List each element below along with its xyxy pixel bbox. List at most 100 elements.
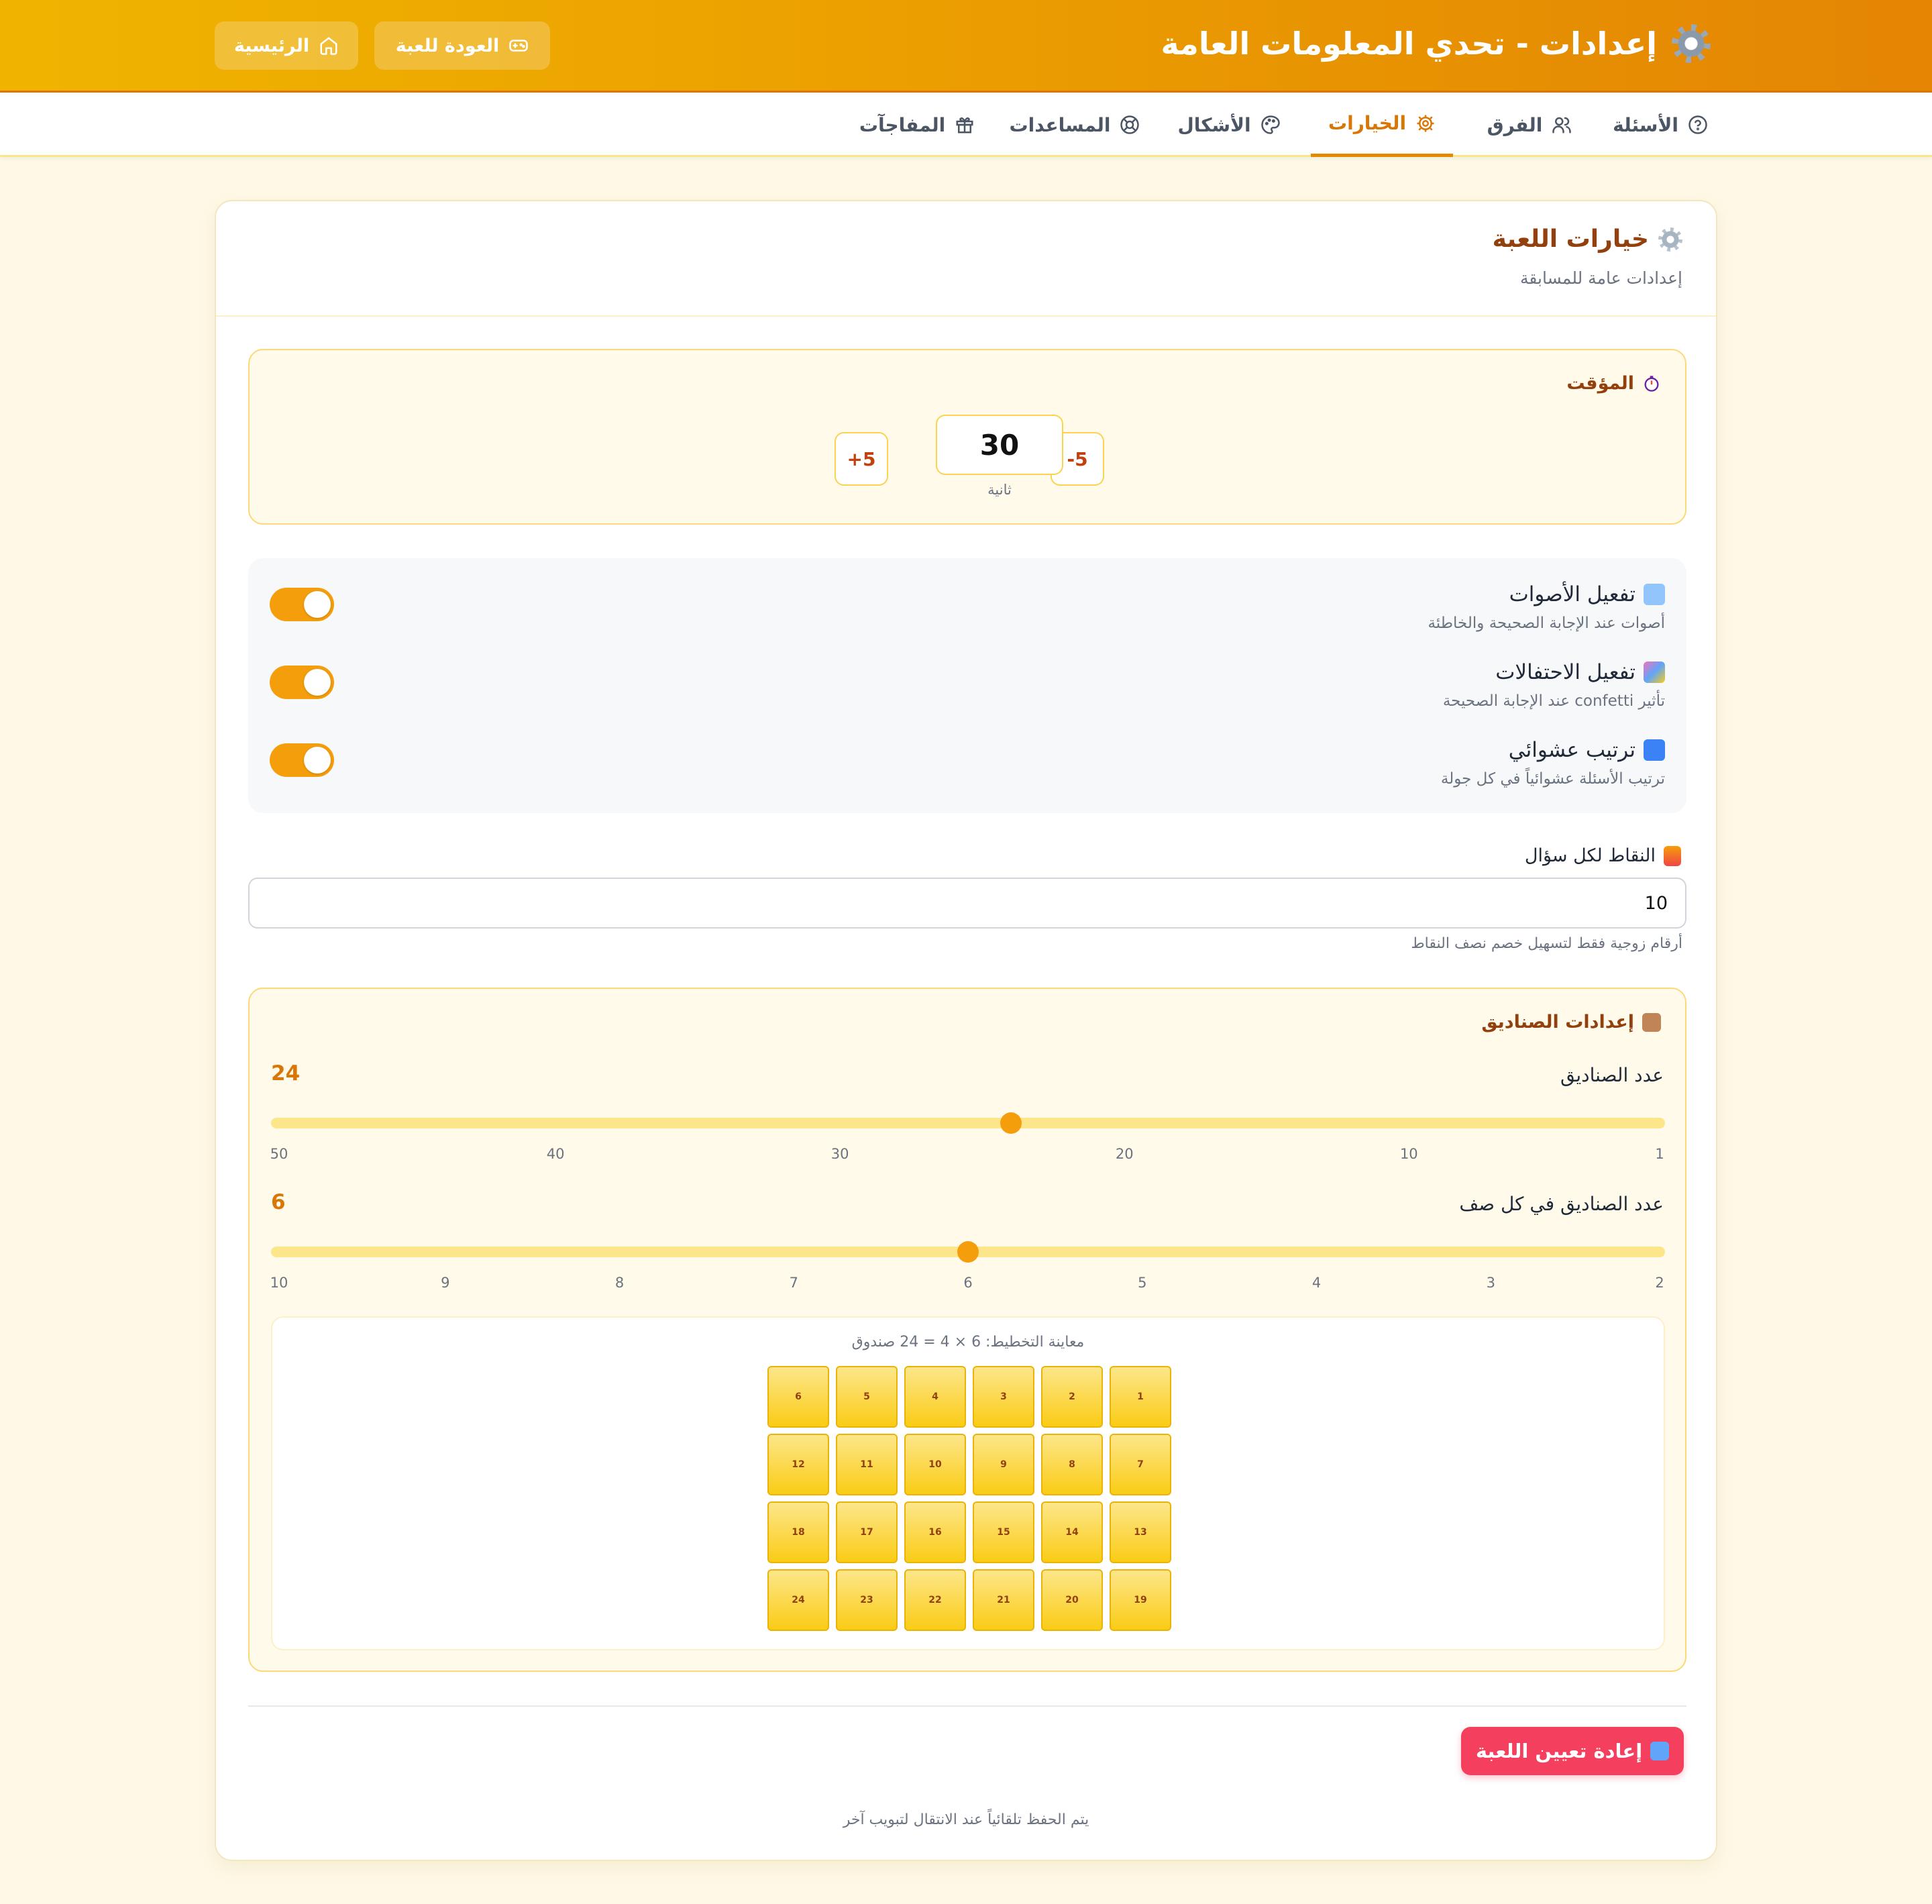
toggle-row-celebrations: تفعيل الاحتفالات تأثير confetti عند الإج… — [270, 660, 1665, 734]
box-cell: 6 — [767, 1366, 829, 1428]
per_row-tick: 6 — [963, 1275, 973, 1291]
box-cell: 3 — [973, 1366, 1034, 1428]
stopwatch-icon — [1644, 375, 1659, 392]
home-icon — [320, 37, 337, 55]
box-cell: 2 — [1041, 1366, 1103, 1428]
box-cell: 7 — [1110, 1434, 1171, 1495]
gamepad-icon — [509, 40, 529, 52]
per-row-value: 6 — [271, 1190, 286, 1214]
sounds-desc: أصوات عند الإجابة الصحيحة والخاطئة — [1428, 615, 1665, 632]
tab-helpers[interactable]: المساعدات — [1001, 93, 1148, 157]
box-cell: 20 — [1041, 1569, 1103, 1631]
card-title: خيارات اللعبة — [1492, 225, 1649, 253]
points-label: النقاط لكل سؤال — [1524, 845, 1656, 866]
per_row-tick: 4 — [1311, 1275, 1322, 1291]
per-row-label: عدد الصناديق في كل صف — [1459, 1193, 1664, 1215]
gift-icon — [956, 117, 973, 134]
celebration-icon — [1644, 662, 1665, 683]
app-title-group: إعدادات - تحدي المعلومات العامة — [1161, 24, 1711, 63]
shuffle-desc: ترتيب الأسئلة عشوائياً في كل جولة — [1440, 770, 1665, 788]
box-count-slider[interactable] — [271, 1112, 1665, 1134]
toggle-row-sounds: تفعيل الأصوات أصوات عند الإجابة الصحيحة … — [270, 582, 1665, 656]
back-to-game-label: العودة للعبة — [395, 35, 500, 56]
tab-questions[interactable]: الأسئلة — [1603, 93, 1717, 157]
per-row-slider[interactable] — [271, 1241, 1665, 1263]
points-hint: أرقام زوجية فقط لتسهيل خصم نصف النقاط — [1411, 935, 1682, 952]
per-row-ticks: 2 3 4 5 6 7 8 9 10 — [270, 1275, 1665, 1295]
points-input[interactable]: 10 — [248, 878, 1686, 929]
per_row-tick: 9 — [441, 1275, 450, 1291]
tab-options-label: الخيارات — [1328, 112, 1407, 134]
per-row-slider-thumb[interactable] — [957, 1241, 979, 1263]
box-cell: 21 — [973, 1569, 1034, 1631]
gear-icon — [1672, 24, 1711, 63]
count-tick: 30 — [830, 1146, 849, 1162]
card-title-group: خيارات اللعبة — [1493, 225, 1682, 253]
sounds-title: تفعيل الأصوات — [1509, 582, 1635, 606]
timer-label-group: المؤقت — [1566, 373, 1661, 394]
box-count-slider-thumb[interactable] — [1000, 1112, 1022, 1134]
box-icon — [1642, 1012, 1661, 1032]
box-cell: 24 — [767, 1569, 829, 1631]
count-tick: 1 — [1655, 1146, 1664, 1162]
per_row-tick: 8 — [614, 1275, 625, 1291]
box-cell: 1 — [1110, 1366, 1171, 1428]
boxes-label: إعدادات الصناديق — [1481, 1012, 1634, 1033]
per_row-tick: 7 — [789, 1275, 798, 1291]
tab-teams-label: الفرق — [1487, 113, 1543, 136]
tab-shapes[interactable]: الأشكال — [1169, 93, 1289, 157]
shuffle-icon — [1644, 739, 1665, 761]
toggle-title-group: تفعيل الأصوات — [1509, 582, 1665, 606]
tab-shapes-label: الأشكال — [1177, 113, 1251, 136]
sounds-toggle[interactable] — [270, 588, 334, 621]
box-cell: 15 — [973, 1501, 1034, 1563]
count-tick: 40 — [546, 1146, 565, 1162]
shuffle-title: ترتيب عشوائي — [1508, 738, 1635, 762]
settings-card: خيارات اللعبة إعدادات عامة للمسابقة المؤ… — [215, 200, 1717, 1861]
tab-options[interactable]: الخيارات — [1311, 93, 1453, 157]
per_row-tick: 2 — [1655, 1275, 1664, 1291]
layout-preview: معاينة التخطيط: 6 × 4 = 24 صندوق 1234567… — [271, 1316, 1665, 1650]
shuffle-toggle[interactable] — [270, 743, 334, 777]
count-tick: 20 — [1115, 1146, 1134, 1162]
timer-unit: ثانية — [987, 482, 1012, 498]
boxes-section: إعدادات الصناديق عدد الصناديق 24 1 10 20 30… — [248, 988, 1686, 1672]
settings-tabs: الأسئلة الفرق الخيارات الأشكال المساعدات… — [0, 93, 1932, 157]
tab-teams[interactable]: الفرق — [1476, 93, 1583, 157]
timer-value[interactable]: 30 — [936, 415, 1063, 475]
tab-surprises[interactable]: المفاجآت — [853, 93, 981, 157]
tab-questions-label: الأسئلة — [1613, 113, 1678, 136]
reset-game-button[interactable]: إعادة تعيين اللعبة — [1461, 1727, 1684, 1775]
timer-increase-button[interactable]: 5+ — [835, 432, 888, 486]
timer-section: المؤقت 5- 30 ثانية 5+ — [248, 349, 1686, 525]
lifebuoy-icon — [1120, 115, 1140, 134]
box-cell: 19 — [1110, 1569, 1171, 1631]
layout-preview-caption: معاينة التخطيط: 6 × 4 = 24 صندوق — [851, 1334, 1085, 1351]
help-circle-icon — [1688, 115, 1707, 134]
card-header: خيارات اللعبة إعدادات عامة للمسابقة — [216, 201, 1716, 317]
box-cell: 16 — [904, 1501, 966, 1563]
box-cell: 11 — [836, 1434, 898, 1495]
back-to-game-button[interactable]: العودة للعبة — [374, 21, 550, 70]
celebrations-desc: تأثير confetti عند الإجابة الصحيحة — [1442, 692, 1665, 710]
celebrations-toggle[interactable] — [270, 666, 334, 699]
celebrations-title: تفعيل الاحتفالات — [1495, 660, 1635, 684]
count-tick: 10 — [1399, 1146, 1418, 1162]
toggle-title-group: تفعيل الاحتفالات — [1495, 660, 1665, 684]
card-subtitle: إعدادات عامة للمسابقة — [1519, 268, 1682, 288]
box-count-label: عدد الصناديق — [1560, 1064, 1664, 1086]
box-cell: 9 — [973, 1434, 1034, 1495]
autosave-note: يتم الحفظ تلقائياً عند الانتقال لتبويب آ… — [843, 1811, 1089, 1828]
box-cell: 12 — [767, 1434, 829, 1495]
points-label-group: النقاط لكل سؤال — [1525, 845, 1681, 866]
box-count-ticks: 1 10 20 30 40 50 — [270, 1146, 1665, 1166]
per_row-tick: 10 — [270, 1275, 288, 1291]
per_row-tick: 3 — [1486, 1275, 1495, 1291]
home-button[interactable]: الرئيسية — [215, 21, 358, 70]
timer-label: المؤقت — [1566, 373, 1634, 394]
users-icon — [1552, 117, 1572, 134]
tab-surprises-label: المفاجآت — [859, 113, 946, 136]
toggles-section: تفعيل الأصوات أصوات عند الإجابة الصحيحة … — [248, 558, 1686, 813]
trophy-icon — [1664, 845, 1681, 866]
gear-icon — [1658, 227, 1682, 252]
